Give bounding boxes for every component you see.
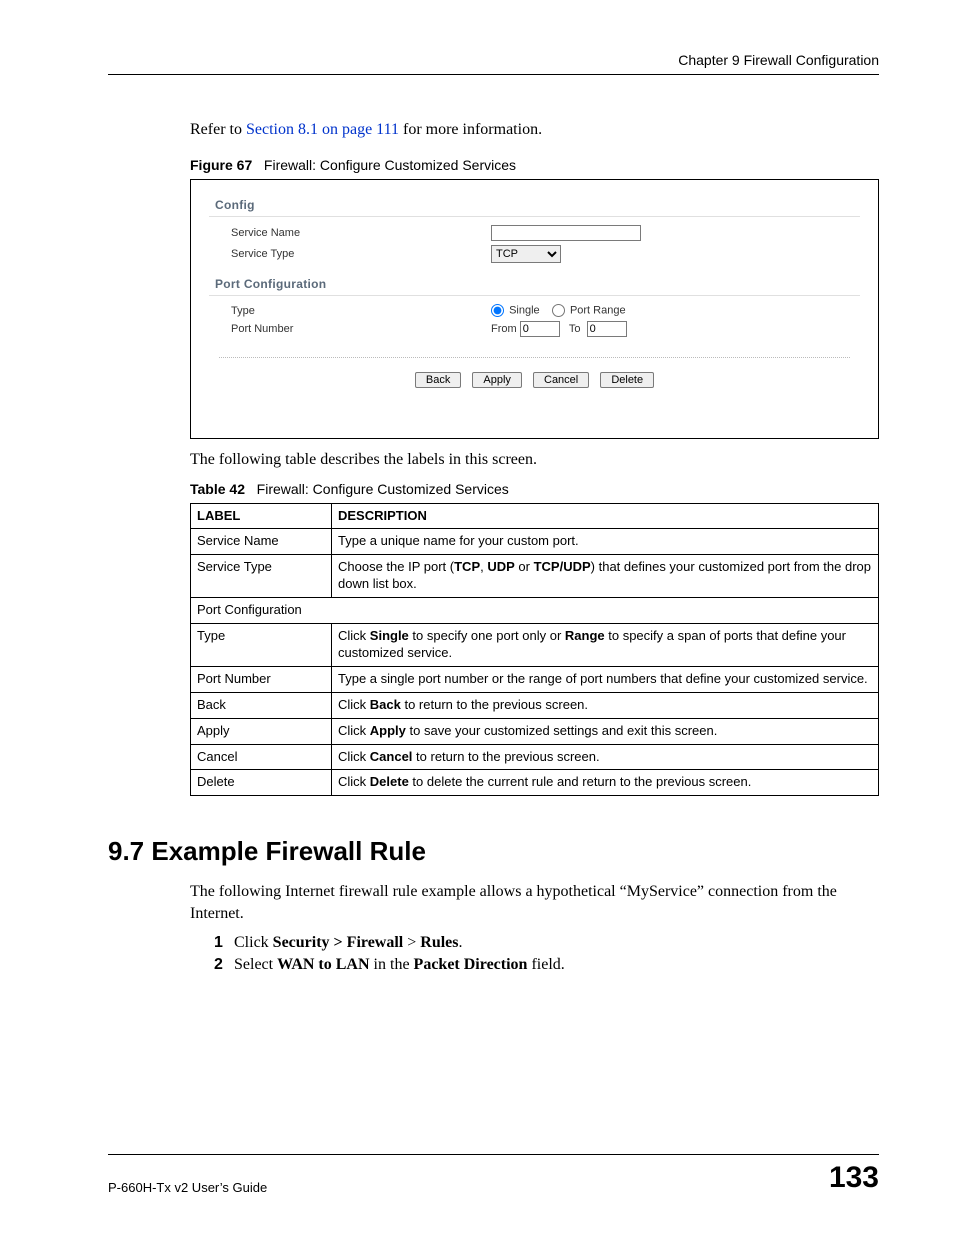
to-input[interactable] (587, 321, 627, 337)
table-row: Service TypeChoose the IP port (TCP, UDP… (191, 555, 879, 598)
table-title: Firewall: Configure Customized Services (257, 481, 509, 497)
table-row: BackClick Back to return to the previous… (191, 692, 879, 718)
table-row: TypeClick Single to specify one port onl… (191, 624, 879, 667)
from-input[interactable] (520, 321, 560, 337)
th-label: LABEL (191, 503, 332, 529)
to-label: To (569, 323, 581, 335)
apply-button[interactable]: Apply (472, 372, 522, 388)
table-desc-cell: Click Single to specify one port only or… (332, 624, 879, 667)
intro-prefix: Refer to (190, 121, 246, 138)
step-number: 1 (214, 934, 234, 952)
service-type-select[interactable]: TCP (491, 245, 561, 263)
th-description: DESCRIPTION (332, 503, 879, 529)
table-label-cell: Port Number (191, 666, 332, 692)
service-name-label: Service Name (231, 227, 491, 239)
table-desc-cell: Click Cancel to return to the previous s… (332, 744, 879, 770)
figure-caption: Figure 67 Firewall: Configure Customized… (190, 157, 879, 173)
footer-page-number: 133 (829, 1161, 879, 1195)
type-radio-group: Single Port Range (491, 304, 626, 317)
service-name-input[interactable] (491, 225, 641, 241)
table-intro-text: The following table describes the labels… (190, 449, 879, 471)
table-row: Service NameType a unique name for your … (191, 529, 879, 555)
table-desc-cell: Type a unique name for your custom port. (332, 529, 879, 555)
cancel-button[interactable]: Cancel (533, 372, 589, 388)
config-section-header: Config (209, 194, 860, 217)
table-label-cell: Type (191, 624, 332, 667)
table-row: CancelClick Cancel to return to the prev… (191, 744, 879, 770)
intro-paragraph: Refer to Section 8.1 on page 111 for mor… (190, 121, 879, 139)
port-range-radio[interactable] (552, 304, 565, 317)
table-row: Port NumberType a single port number or … (191, 666, 879, 692)
table-span-cell: Port Configuration (191, 598, 879, 624)
table-header-row: LABEL DESCRIPTION (191, 503, 879, 529)
delete-button[interactable]: Delete (600, 372, 654, 388)
step-number: 2 (214, 956, 234, 974)
type-label: Type (231, 305, 491, 317)
port-config-section-header: Port Configuration (209, 273, 860, 296)
table-label-cell: Apply (191, 718, 332, 744)
from-label: From (491, 323, 517, 335)
table-row: ApplyClick Apply to save your customized… (191, 718, 879, 744)
page-footer: P-660H-Tx v2 User’s Guide 133 (108, 1154, 879, 1195)
description-table: LABEL DESCRIPTION Service NameType a uni… (190, 503, 879, 797)
figure-screenshot: Config Service Name Service Type TCP Por… (190, 179, 879, 439)
intro-suffix: for more information. (399, 121, 542, 138)
single-radio-label: Single (509, 304, 540, 316)
step-item: 1Click Security > Firewall > Rules. (214, 934, 879, 952)
table-label-cell: Delete (191, 770, 332, 796)
table-caption: Table 42 Firewall: Configure Customized … (190, 481, 879, 497)
figure-title: Firewall: Configure Customized Services (264, 157, 516, 173)
chapter-title: Chapter 9 Firewall Configuration (678, 52, 879, 68)
page-header: Chapter 9 Firewall Configuration (108, 52, 879, 75)
steps-list: 1Click Security > Firewall > Rules. 2Sele… (214, 934, 879, 974)
section-9-7-heading: 9.7 Example Firewall Rule (108, 836, 879, 867)
step-item: 2Select WAN to LAN in the Packet Directi… (214, 956, 879, 974)
table-row: DeleteClick Delete to delete the current… (191, 770, 879, 796)
port-number-label: Port Number (231, 323, 491, 335)
table-desc-cell: Click Apply to save your customized sett… (332, 718, 879, 744)
table-desc-cell: Click Delete to delete the current rule … (332, 770, 879, 796)
table-row: Port Configuration (191, 598, 879, 624)
table-desc-cell: Type a single port number or the range o… (332, 666, 879, 692)
table-desc-cell: Choose the IP port (TCP, UDP or TCP/UDP)… (332, 555, 879, 598)
section-link[interactable]: Section 8.1 on page 111 (246, 121, 399, 138)
service-type-label: Service Type (231, 248, 491, 260)
footer-guide-name: P-660H-Tx v2 User’s Guide (108, 1180, 267, 1195)
single-radio[interactable] (491, 304, 504, 317)
table-number: Table 42 (190, 481, 245, 497)
table-label-cell: Cancel (191, 744, 332, 770)
back-button[interactable]: Back (415, 372, 461, 388)
port-number-group: From To (491, 321, 627, 337)
table-label-cell: Back (191, 692, 332, 718)
table-label-cell: Service Name (191, 529, 332, 555)
figure-number: Figure 67 (190, 157, 252, 173)
section-9-7-paragraph: The following Internet firewall rule exa… (190, 881, 879, 924)
button-row: Back Apply Cancel Delete (219, 357, 850, 388)
port-range-radio-label: Port Range (570, 304, 626, 316)
table-label-cell: Service Type (191, 555, 332, 598)
table-desc-cell: Click Back to return to the previous scr… (332, 692, 879, 718)
